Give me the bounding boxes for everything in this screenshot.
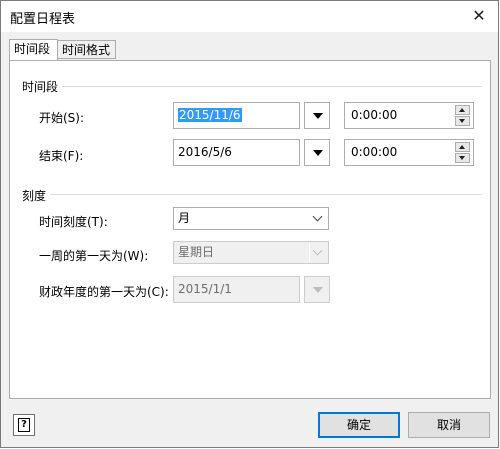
spin-down-icon[interactable] [455, 153, 470, 163]
chevron-down-icon [309, 209, 327, 228]
time-period-group-divider [62, 86, 482, 87]
configure-schedule-dialog: 配置日程表 ✕ 时间段 时间格式 时间段 开始(S): 2015/11/6 0:… [0, 0, 499, 448]
end-time-spin-buttons [455, 142, 470, 163]
fiscal-start-label: 财政年度的第一天为(C): [39, 285, 169, 299]
start-date-value: 2015/11/6 [178, 108, 242, 122]
close-icon[interactable]: ✕ [460, 1, 498, 32]
time-scale-select[interactable]: 月 [173, 207, 329, 230]
start-label: 开始(S): [39, 111, 85, 125]
help-button[interactable]: ? [13, 414, 35, 436]
tab-panel-time-period: 时间段 开始(S): 2015/11/6 0:00:00 结束(F): 2016… [9, 60, 491, 399]
time-scale-label: 时间刻度(T): [39, 215, 108, 229]
ok-button[interactable]: 确定 [318, 412, 400, 438]
start-time-value: 0:00:00 [351, 108, 398, 122]
fiscal-start-input: 2015/1/1 [173, 276, 300, 303]
chevron-down-icon [309, 243, 327, 262]
spin-up-icon[interactable] [455, 142, 470, 152]
chevron-down-icon [313, 113, 323, 119]
chevron-down-icon [313, 287, 323, 293]
title-bar: 配置日程表 ✕ [1, 1, 498, 32]
chevron-down-icon [313, 150, 323, 156]
tab-time-format[interactable]: 时间格式 [57, 40, 116, 59]
start-time-spin-buttons [455, 105, 470, 126]
end-label: 结束(F): [39, 149, 84, 163]
end-time-spinner[interactable]: 0:00:00 [344, 139, 474, 166]
start-date-input[interactable]: 2015/11/6 [173, 102, 300, 129]
end-date-dropdown-button[interactable] [304, 139, 330, 166]
dialog-title: 配置日程表 [10, 12, 76, 27]
time-period-group-title: 时间段 [22, 80, 59, 94]
spin-down-icon[interactable] [455, 116, 470, 126]
end-date-value: 2016/5/6 [178, 145, 232, 159]
start-date-dropdown-button[interactable] [304, 102, 330, 129]
start-time-spinner[interactable]: 0:00:00 [344, 102, 474, 129]
tab-time-period[interactable]: 时间段 [9, 39, 58, 60]
week-start-value: 星期日 [178, 245, 215, 259]
week-start-label: 一周的第一天为(W): [39, 249, 149, 263]
fiscal-start-dropdown-button [304, 276, 330, 303]
end-date-input[interactable]: 2016/5/6 [173, 139, 300, 166]
scale-group-title: 刻度 [22, 189, 47, 203]
spin-up-icon[interactable] [455, 105, 470, 115]
fiscal-start-value: 2015/1/1 [178, 282, 232, 296]
scale-group-divider [50, 194, 482, 195]
cancel-button[interactable]: 取消 [408, 412, 490, 438]
help-icon: ? [18, 418, 30, 432]
time-scale-value: 月 [178, 211, 191, 225]
week-start-select: 星期日 [173, 241, 329, 264]
end-time-value: 0:00:00 [351, 145, 398, 159]
